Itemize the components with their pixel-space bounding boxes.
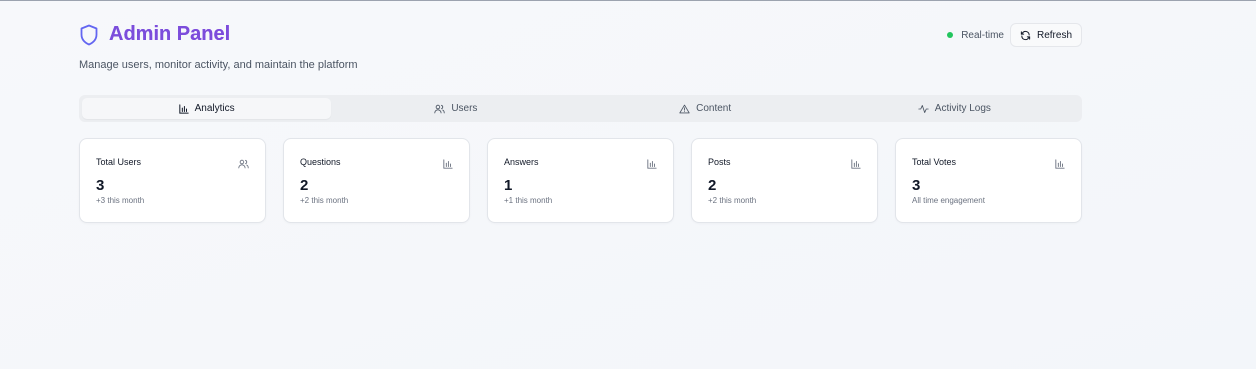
stats-cards: Total Users 3 +3 this month Questions 2 …	[79, 138, 1082, 223]
stat-note: +2 this month	[708, 196, 757, 205]
stat-label: Answers	[504, 157, 539, 167]
stat-value: 2	[708, 177, 717, 194]
tab-label: Analytics	[194, 103, 235, 114]
title-row: Admin Panel	[79, 23, 230, 46]
users-icon	[238, 156, 249, 174]
tab-users[interactable]: Users	[331, 98, 580, 119]
stat-label: Total Votes	[912, 157, 957, 167]
tab-label: Activity Logs	[934, 103, 991, 114]
admin-panel: Admin Panel Manage users, monitor activi…	[79, 1, 1082, 223]
tab-bar: Analytics Users Content Activity Logs	[79, 95, 1082, 122]
stat-card-posts: Posts 2 +2 this month	[691, 138, 878, 223]
bar-chart-icon	[1055, 156, 1065, 174]
refresh-icon	[1020, 30, 1031, 40]
users-icon	[434, 104, 445, 113]
bar-chart-icon	[851, 156, 861, 174]
stat-label: Posts	[708, 157, 731, 167]
stat-label: Questions	[300, 157, 341, 167]
page-title: Admin Panel	[109, 23, 231, 45]
tab-label: Content	[696, 103, 732, 114]
stat-card-total-users: Total Users 3 +3 this month	[79, 138, 266, 223]
bar-chart-icon	[443, 156, 453, 174]
alert-triangle-icon	[679, 104, 690, 113]
tab-activity-logs[interactable]: Activity Logs	[830, 98, 1079, 119]
page-subtitle: Manage users, monitor activity, and main…	[79, 59, 358, 71]
shield-icon	[79, 24, 99, 46]
stat-value: 3	[912, 177, 921, 194]
stat-note: +3 this month	[96, 196, 145, 205]
stat-card-total-votes: Total Votes 3 All time engagement	[895, 138, 1082, 223]
stat-note: +2 this month	[300, 196, 349, 205]
tab-analytics[interactable]: Analytics	[82, 98, 332, 119]
stat-card-questions: Questions 2 +2 this month	[283, 138, 470, 223]
refresh-button[interactable]: Refresh	[1009, 23, 1082, 47]
realtime-label: Real-time	[961, 29, 1004, 41]
stat-label: Total Users	[96, 157, 142, 167]
refresh-label: Refresh	[1036, 29, 1072, 41]
activity-icon	[918, 104, 929, 113]
stat-value: 1	[504, 177, 513, 194]
tab-content[interactable]: Content	[581, 98, 830, 119]
stat-note: All time engagement	[912, 196, 985, 205]
header-actions: Real-time Refresh	[947, 23, 1082, 47]
stat-note: +1 this month	[504, 196, 553, 205]
stat-card-answers: Answers 1 +1 this month	[487, 138, 674, 223]
stat-value: 3	[96, 177, 105, 194]
bar-chart-icon	[178, 103, 189, 114]
tab-label: Users	[451, 103, 478, 114]
stat-value: 2	[300, 177, 309, 194]
realtime-status-dot	[947, 32, 954, 38]
header: Admin Panel Manage users, monitor activi…	[79, 1, 1082, 81]
bar-chart-icon	[647, 156, 657, 174]
